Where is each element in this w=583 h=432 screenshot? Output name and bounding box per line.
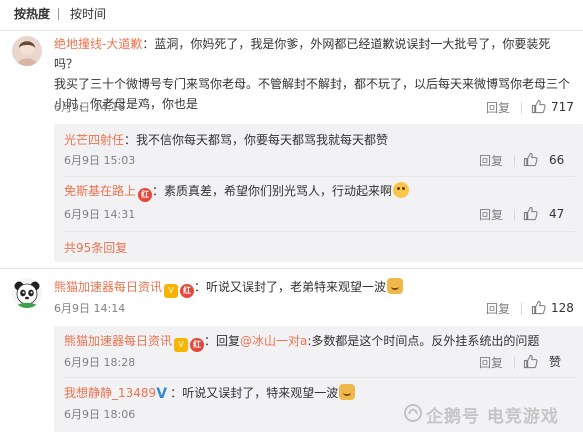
red-badge-icon: 红: [180, 284, 195, 298]
panda-avatar-image: [12, 278, 42, 308]
comment-text: 熊猫加速器每日资讯 V 红：听说又误封了，老弟特来观望一波: [54, 277, 404, 298]
thumbs-up-icon: [523, 206, 538, 221]
reply-divider: [64, 176, 575, 177]
reply-body: ：听说又误封了，特来观望一波: [170, 386, 339, 400]
like-button[interactable]: 赞: [523, 354, 561, 369]
action-divider: [514, 209, 515, 221]
comment-body: ：听说又误封了，老弟特来观望一波: [194, 280, 387, 294]
action-divider: [514, 357, 515, 369]
like-button[interactable]: 66: [523, 152, 564, 167]
reply-username[interactable]: 我想静静_13489: [64, 386, 156, 400]
reply-date: 6月9日 18:28: [64, 356, 136, 369]
reply-username[interactable]: 熊猫加速器每日资讯: [64, 334, 172, 348]
verified-v-icon: V: [156, 386, 168, 402]
comment-username[interactable]: 绝地撞线-大道歉: [54, 37, 142, 51]
reply-button[interactable]: 回复: [479, 154, 503, 168]
mention-link[interactable]: @冰山一对a: [240, 334, 307, 348]
like-label: 赞: [549, 354, 562, 369]
tab-sort-time[interactable]: 按时间: [70, 6, 106, 22]
like-button[interactable]: 128: [531, 300, 574, 315]
thumbs-up-icon: [531, 99, 546, 114]
red-badge-icon: 红: [190, 338, 205, 352]
like-button[interactable]: 47: [523, 206, 564, 221]
reply-button[interactable]: 回复: [479, 208, 503, 222]
user-avatar-image: [12, 36, 42, 66]
comment-date: 6月9日 14:14: [54, 302, 126, 315]
reply-text: 光芒四射任：我不信你每天都骂，你要每天都骂我就每天都赞: [64, 130, 388, 150]
reply-text: 免斯基在路上红：素质真差，希望你们别光骂人，行动起来啊: [64, 181, 410, 202]
like-count: 717: [551, 99, 574, 114]
action-divider: [514, 155, 515, 167]
avatar[interactable]: [12, 278, 42, 308]
comment-body-line: 我买了三十个微博号专门来骂你老母。不管解封不解封，都不玩了，以后每天来微博骂你老…: [54, 77, 571, 91]
avatar[interactable]: [12, 36, 42, 66]
sort-tabs: 按热度 按时间: [0, 0, 583, 31]
comment-divider: [0, 268, 583, 269]
cat-emoji-icon: [339, 384, 356, 400]
reply-body: ：素质真差，希望你们别光骂人，行动起来啊: [152, 184, 393, 198]
grin-emoji-icon: [393, 182, 410, 198]
reply-date: 6月9日 14:31: [64, 208, 136, 221]
comment-username[interactable]: 熊猫加速器每日资讯: [54, 280, 162, 294]
watermark-logo-icon: [404, 404, 422, 422]
action-divider: [521, 102, 522, 114]
vip-badge-icon: V: [164, 284, 179, 298]
reply-divider: [64, 231, 575, 232]
cat-emoji-icon: [387, 278, 404, 294]
like-count: 66: [549, 152, 565, 167]
like-count: 128: [551, 300, 574, 315]
thumbs-up-icon: [531, 300, 546, 315]
reply-button[interactable]: 回复: [486, 302, 510, 316]
thumbs-up-icon: [523, 152, 538, 167]
action-divider: [521, 303, 522, 315]
comment-date: 6月9日 14:16: [54, 101, 126, 114]
like-button[interactable]: 717: [531, 99, 574, 114]
reply-button[interactable]: 回复: [479, 356, 503, 370]
like-count: 47: [549, 206, 565, 221]
reply-body: :多数都是这个时间点。反外挂系统出的问题: [307, 334, 540, 348]
reply-username[interactable]: 免斯基在路上: [64, 184, 136, 198]
reply-body: ：回复: [204, 334, 241, 348]
watermark-text: 企鹅号 电竞游戏: [426, 407, 559, 427]
reply-button[interactable]: 回复: [486, 101, 510, 115]
thumbs-up-icon: [523, 354, 538, 369]
more-replies-link[interactable]: 共95条回复: [64, 241, 127, 255]
reply-username[interactable]: 光芒四射任: [64, 133, 124, 147]
reply-text: 我想静静_13489V ：听说又误封了，特来观望一波: [64, 383, 356, 403]
red-badge-icon: 红: [138, 188, 153, 202]
reply-text: 熊猫加速器每日资讯 V 红：回复@冰山一对a:多数都是这个时间点。反外挂系统出的问题: [64, 331, 539, 352]
reply-body: ：我不信你每天都骂，你要每天都骂我就每天都赞: [124, 133, 389, 147]
reply-divider: [64, 377, 575, 378]
reply-date: 6月9日 15:03: [64, 154, 136, 167]
tab-sort-hot[interactable]: 按热度: [14, 6, 50, 22]
reply-date: 6月9日 18:06: [64, 408, 136, 421]
tab-divider: [58, 8, 59, 20]
vip-badge-icon: V: [174, 338, 189, 352]
